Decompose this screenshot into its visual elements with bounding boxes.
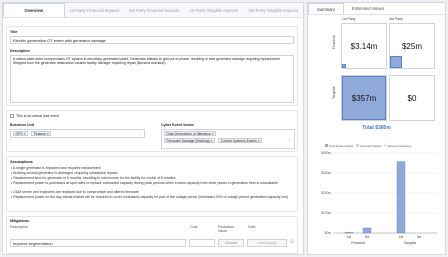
y-tick-label: $300m bbox=[321, 171, 331, 175]
title-input[interactable]: Electric generation OT event with genera… bbox=[10, 36, 294, 44]
x-group-label: Financial bbox=[351, 241, 365, 245]
tab-1st-party-financial[interactable]: 1st Party Financial Impacts bbox=[65, 3, 125, 17]
summary-tab-bar: Summary Estimated Values bbox=[308, 3, 445, 15]
mit-col-reduction: Reduction Value bbox=[218, 225, 235, 233]
cyber-vector-select[interactable]: Data Destruction or Alteration× Firmware… bbox=[161, 129, 295, 149]
bar bbox=[396, 161, 406, 234]
assumption-item: • Replacement power is purchased at spot… bbox=[11, 181, 278, 185]
business-unit-select[interactable]: OPS× Finance× ⌄ bbox=[10, 129, 145, 138]
remove-chip-icon[interactable]: × bbox=[211, 139, 213, 143]
x-tick-label: 3rd bbox=[417, 235, 422, 239]
legend-uncovered: Uncovered Impact bbox=[328, 144, 354, 148]
matrix-cell-3rd-tangible[interactable]: $0 bbox=[389, 75, 435, 121]
remove-chip-icon[interactable]: × bbox=[258, 139, 260, 143]
matrix-value: $357m bbox=[351, 93, 377, 103]
tab-3rd-party-financial[interactable]: 3rd Party Financial Impacts bbox=[124, 3, 184, 17]
chevron-down-icon[interactable]: ⌄ bbox=[138, 131, 141, 136]
chevron-down-icon[interactable]: ⌄ bbox=[288, 136, 291, 141]
matrix-value: $25m bbox=[401, 41, 422, 51]
mit-col-date: Date bbox=[248, 225, 256, 229]
row-header-financial: Financial bbox=[332, 35, 336, 49]
cyber-vector-chip[interactable]: Firmware Damage (Bricking)× bbox=[164, 138, 216, 143]
cyber-vector-chip[interactable]: Data Destruction or Alteration× bbox=[164, 131, 217, 136]
remove-chip-icon[interactable]: × bbox=[47, 132, 49, 136]
y-tick-label: $0m bbox=[325, 231, 332, 235]
reduction-value-select[interactable]: Choose bbox=[218, 239, 244, 247]
mitigation-cost-input[interactable] bbox=[189, 239, 215, 247]
business-unit-chip[interactable]: OPS× bbox=[13, 131, 29, 136]
details-card: Title Electric generation OT event with … bbox=[6, 26, 298, 106]
tab-bar: Overview 1st Party Financial Impacts 3rd… bbox=[3, 3, 303, 18]
chart-svg: $400m$300m$200m$100m$0m1st 3rd 1st 3rdFinan… bbox=[321, 151, 437, 245]
assumption-item: • Building around generator is damaged, … bbox=[11, 171, 118, 175]
actual-event-label: This is an actual loss event bbox=[16, 114, 60, 118]
legend-swatch-excess bbox=[383, 144, 387, 147]
title-label: Title bbox=[10, 30, 18, 34]
col-header-1st-party: 1st Party bbox=[342, 17, 356, 21]
overview-body: Title Electric generation OT event with … bbox=[3, 18, 303, 254]
cyber-vector-label: Cyber Event Vector bbox=[161, 123, 194, 127]
assumptions-card: Assumptions • A single generator is impa… bbox=[6, 156, 298, 212]
legend-swatch-uncovered bbox=[325, 144, 328, 147]
classification-card: This is an actual loss event Business Un… bbox=[6, 110, 298, 152]
description-label: Description bbox=[10, 49, 30, 53]
cyber-vector-chip[interactable]: Control Systems Events× bbox=[218, 138, 263, 143]
delete-icon[interactable]: ⊟ bbox=[290, 239, 294, 245]
matrix-value: $3.14m bbox=[350, 41, 378, 51]
scenario-panel: Overview 1st Party Financial Impacts 3rd… bbox=[2, 2, 304, 255]
col-header-3rd-party: 3rd Party bbox=[389, 17, 403, 21]
actual-event-checkbox[interactable] bbox=[10, 114, 14, 118]
row-header-tangible: Tangible bbox=[332, 86, 336, 99]
remove-chip-icon[interactable]: × bbox=[212, 132, 214, 136]
y-tick-label: $200m bbox=[321, 191, 331, 195]
matrix-cell-3rd-financial[interactable]: $25m bbox=[389, 23, 435, 69]
remove-chip-icon[interactable]: × bbox=[24, 132, 26, 136]
y-tick-label: $100m bbox=[321, 211, 331, 215]
mitigation-description-input[interactable]: Improve segmentation bbox=[10, 239, 186, 247]
tab-overview[interactable]: Overview bbox=[3, 3, 65, 17]
legend-covered: Covered Impact bbox=[359, 144, 382, 148]
assumption-item: • Replacement power on the day ahead mar… bbox=[11, 195, 288, 199]
assumptions-label: Assumptions bbox=[10, 160, 33, 164]
tab-1st-party-tangible[interactable]: 1st Party Tangible Impacts bbox=[184, 3, 244, 17]
impact-chart: Uncovered Impact Covered Impact Excess I… bbox=[311, 141, 443, 253]
legend-excess: Excess Insurance bbox=[387, 144, 412, 148]
description-textarea[interactable]: A nation-state actor compromises OT syst… bbox=[10, 55, 294, 103]
assumption-item: • O&M server and endpoints are replaced … bbox=[11, 190, 139, 194]
assumption-item: • Replacement time for generator is 6 mo… bbox=[11, 176, 177, 180]
mit-col-cost: Cost bbox=[190, 225, 198, 229]
x-group-label: Tangible bbox=[404, 241, 417, 245]
x-tick-label: 3rd bbox=[365, 235, 370, 239]
mitigation-date-input[interactable]: mm/dd/yyyy bbox=[247, 239, 287, 247]
matrix-cell-1st-tangible[interactable]: $357m bbox=[341, 75, 387, 121]
bar bbox=[344, 232, 354, 234]
matrix-cell-1st-financial[interactable]: $3.14m bbox=[341, 23, 387, 69]
tab-3rd-party-tangible[interactable]: 3rd Party Tangible Impacts bbox=[243, 3, 303, 17]
mitigations-label: Mitigations bbox=[10, 219, 29, 223]
business-unit-chip[interactable]: Finance× bbox=[31, 131, 52, 136]
x-tick-label: 1st bbox=[399, 235, 403, 239]
bar bbox=[362, 227, 372, 234]
assumption-item: • A single generator is impacted and req… bbox=[11, 166, 101, 170]
chart-legend: Uncovered Impact Covered Impact Excess I… bbox=[325, 144, 411, 148]
y-tick-label: $400m bbox=[321, 151, 331, 155]
x-tick-label: 1st bbox=[347, 235, 351, 239]
tab-estimated-values[interactable]: Estimated Values bbox=[344, 3, 392, 14]
mitigations-card: Mitigations Description Cost Reduction V… bbox=[6, 216, 298, 254]
summary-panel: Summary Estimated Values 1st Party 3rd P… bbox=[307, 2, 446, 255]
matrix-value: $0 bbox=[407, 93, 417, 103]
total-value: Total $385m bbox=[362, 125, 391, 131]
mit-col-description: Description bbox=[10, 225, 28, 229]
legend-swatch-covered bbox=[356, 144, 360, 147]
tab-summary[interactable]: Summary bbox=[308, 3, 344, 14]
business-unit-label: Business Unit bbox=[10, 123, 34, 127]
app-root: Overview 1st Party Financial Impacts 3rd… bbox=[0, 0, 448, 257]
